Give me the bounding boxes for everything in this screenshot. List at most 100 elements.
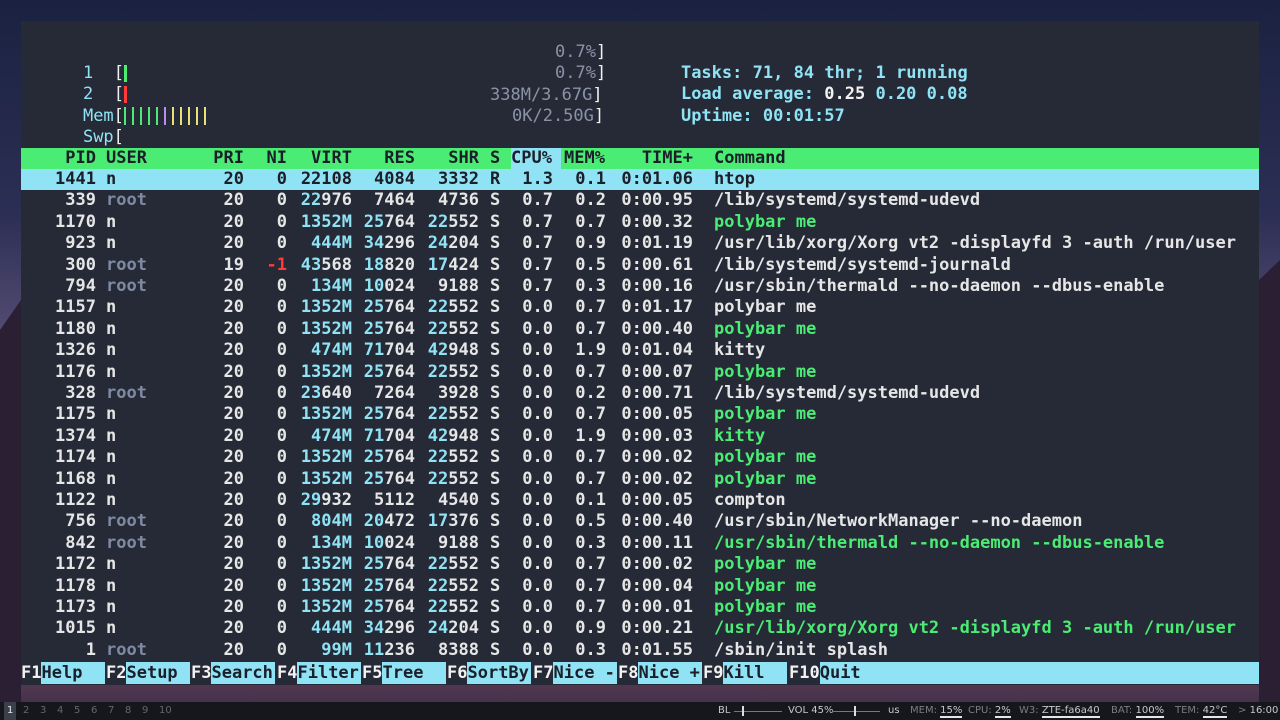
process-row[interactable]: 1178 n 20 0 1352M 25764 22552 S 0.0 0.7 0:00.04 pol… <box>21 576 1259 597</box>
workspace-6[interactable]: 6 <box>91 702 97 720</box>
cell-time: 0:00.16 <box>621 276 693 296</box>
clock: > 16:00 <box>1238 705 1279 716</box>
col-res[interactable]: RES <box>359 148 415 169</box>
cell-cpu: 0.7 <box>522 233 553 254</box>
cell-virt: 1352M <box>300 597 352 617</box>
cell-user: n <box>106 340 117 361</box>
col-time[interactable]: TIME+ <box>611 148 693 169</box>
workspace-10[interactable]: 10 <box>159 702 172 720</box>
cell-s: R <box>490 169 501 189</box>
col-pid[interactable]: PID <box>21 148 96 169</box>
process-row[interactable]: 328 root 20 0 23640 7264 3928 S 0.0 0.2 0:00.71/li… <box>21 383 1259 404</box>
f4-filter-button[interactable]: F4Filter <box>277 662 362 684</box>
workspace-7[interactable]: 7 <box>108 702 114 720</box>
cpu1-value: 0.7%] <box>555 42 607 62</box>
process-row[interactable]: 1175 n 20 0 1352M 25764 22552 S 0.0 0.7 0:00.05 pol… <box>21 404 1259 425</box>
col-cpu[interactable]: CPU% <box>511 148 561 169</box>
col-ni[interactable]: NI <box>251 148 287 169</box>
cell-virt: 444M <box>311 233 352 254</box>
f10-quit-button[interactable]: F10Quit <box>789 662 1259 684</box>
cell-cmd: /usr/sbin/thermald --no-daemon --dbus-en… <box>714 276 1165 296</box>
cell-time: 0:00.02 <box>621 554 693 575</box>
f9-kill-button[interactable]: F9Kill <box>703 662 788 684</box>
cell-res: 25764 <box>363 447 415 468</box>
process-row[interactable]: 1176 n 20 0 1352M 25764 22552 S 0.0 0.7 0:00.07 pol… <box>21 362 1259 383</box>
workspace-8[interactable]: 8 <box>125 702 131 720</box>
cell-pri: 20 <box>223 554 244 575</box>
cell-virt: 1352M <box>300 468 352 489</box>
col-mem[interactable]: MEM% <box>564 148 605 169</box>
process-row[interactable]: 1180 n 20 0 1352M 25764 22552 S 0.0 0.7 0:00.40 pol… <box>21 319 1259 340</box>
process-row[interactable]: 842 root 20 0 134M 10024 9188 S 0.0 0.3 0:00.11/us… <box>21 533 1259 554</box>
cell-pri: 20 <box>223 511 244 532</box>
f5-tree-button[interactable]: F5Tree <box>362 662 447 684</box>
cell-virt: 43568 <box>300 254 352 275</box>
col-state[interactable]: S <box>490 148 500 169</box>
cell-pid: 1 <box>85 639 96 660</box>
cell-ni: 0 <box>276 447 287 468</box>
cell-time: 0:00.40 <box>621 511 693 532</box>
col-virt[interactable]: VIRT <box>291 148 352 169</box>
process-row[interactable]: 1374 n 20 0 474M 71704 42948 S 0.0 1.9 0:00.03 kitt… <box>21 426 1259 447</box>
f1-help-button[interactable]: F1Help <box>21 662 106 684</box>
process-row[interactable]: 1326 n 20 0 474M 71704 42948 S 0.0 1.9 0:01.04 kitt… <box>21 340 1259 361</box>
cell-time: 0:00.95 <box>621 190 693 211</box>
cell-ni: 0 <box>276 490 287 510</box>
process-row[interactable]: 1441 n 20 0 22108 4084 3332 R 1.3 0.1 0:01.06 htop <box>21 169 1259 191</box>
col-command[interactable]: Command <box>714 148 786 169</box>
cell-pri: 20 <box>223 532 244 553</box>
process-row[interactable]: 794 root 20 0 134M 10024 9188 S 0.7 0.3 0:00.16/us… <box>21 276 1259 297</box>
backlight-slider[interactable] <box>734 702 782 720</box>
cell-shr: 22552 <box>427 297 479 318</box>
cell-user: root <box>106 511 147 532</box>
process-row[interactable]: 1174 n 20 0 1352M 25764 22552 S 0.0 0.7 0:00.02 pol… <box>21 447 1259 468</box>
workspace-2[interactable]: 2 <box>23 702 29 720</box>
f2-setup-button[interactable]: F2Setup <box>106 662 191 684</box>
cpu2-meter: 2 [ <box>42 63 127 104</box>
uptime-line: Uptime: 00:01:57 <box>680 106 845 126</box>
cell-pri: 20 <box>223 383 244 403</box>
process-row[interactable]: 1015 n 20 0 444M 34296 24204 S 0.0 0.9 0:00.21/usr… <box>21 618 1259 639</box>
process-row[interactable]: 300 root 19 -1 43568 18820 17424 S 0.7 0.5 0:00.61… <box>21 255 1259 276</box>
process-row[interactable]: 1170 n 20 0 1352M 25764 22552 S 0.7 0.7 0:00.32 pol… <box>21 212 1259 233</box>
cell-virt: 474M <box>311 425 352 446</box>
workspace-4[interactable]: 4 <box>57 702 63 720</box>
f6-sortby-button[interactable]: F6SortBy <box>447 662 532 684</box>
process-row[interactable]: 1172 n 20 0 1352M 25764 22552 S 0.0 0.7 0:00.02 pol… <box>21 554 1259 575</box>
col-pri[interactable]: PRI <box>201 148 244 169</box>
cell-res: 25764 <box>363 318 415 339</box>
cell-pid: 1172 <box>55 554 96 575</box>
col-user[interactable]: USER <box>106 148 147 169</box>
cell-pri: 20 <box>223 297 244 318</box>
f8-nice-plus-button[interactable]: F8Nice + <box>618 662 703 684</box>
cell-ni: 0 <box>276 340 287 361</box>
process-row[interactable]: 1168 n 20 0 1352M 25764 22552 S 0.0 0.7 0:00.02 pol… <box>21 469 1259 490</box>
cell-cmd: kitty <box>714 425 766 446</box>
cell-res: 34296 <box>363 618 415 639</box>
htop-terminal[interactable]: 1 [ 0.7%] 2 [ 0.7%] Mem[ 338M/3.67G] Swp… <box>21 21 1259 685</box>
cell-mem: 0.1 <box>575 169 606 189</box>
f7-nice-minus-button[interactable]: F7Nice - <box>533 662 618 684</box>
volume-slider[interactable] <box>832 702 880 720</box>
process-row[interactable]: 1157 n 20 0 1352M 25764 22552 S 0.0 0.7 0:01.17 pol… <box>21 297 1259 318</box>
process-row[interactable]: 1 root 20 0 99M 11236 8388 S 0.0 0.3 0:01.55/sbin/… <box>21 640 1259 661</box>
workspace-3[interactable]: 3 <box>40 702 46 720</box>
process-row[interactable]: 1122 n 20 0 29932 5112 4540 S 0.0 0.1 0:00.05 compt… <box>21 490 1259 511</box>
workspace-5[interactable]: 5 <box>74 702 80 720</box>
workspace-9[interactable]: 9 <box>142 702 148 720</box>
cell-res: 25764 <box>363 297 415 318</box>
f3-search-button[interactable]: F3Search <box>191 662 276 684</box>
cell-pri: 20 <box>223 190 244 211</box>
workspace-1[interactable]: 1 <box>4 702 17 720</box>
cell-res: 25764 <box>363 404 415 425</box>
mem-value: 338M/3.67G] <box>490 85 603 105</box>
process-row[interactable]: 1173 n 20 0 1352M 25764 22552 S 0.0 0.7 0:00.01 pol… <box>21 597 1259 618</box>
cell-res: 25764 <box>363 597 415 617</box>
status-bar: 1 2 3 4 5 6 7 8 9 10 BL VOL 45% us MEM: … <box>0 702 1280 720</box>
cell-shr: 17424 <box>427 254 479 275</box>
process-row[interactable]: 756 root 20 0 804M 20472 17376 S 0.0 0.5 0:00.40/u… <box>21 511 1259 532</box>
col-shr[interactable]: SHR <box>421 148 479 169</box>
process-row[interactable]: 923 n 20 0 444M 34296 24204 S 0.7 0.9 0:01.19/usr/… <box>21 233 1259 254</box>
process-row[interactable]: 339 root 20 0 22976 7464 4736 S 0.7 0.2 0:00.95/li… <box>21 190 1259 211</box>
cell-pid: 300 <box>65 254 96 275</box>
